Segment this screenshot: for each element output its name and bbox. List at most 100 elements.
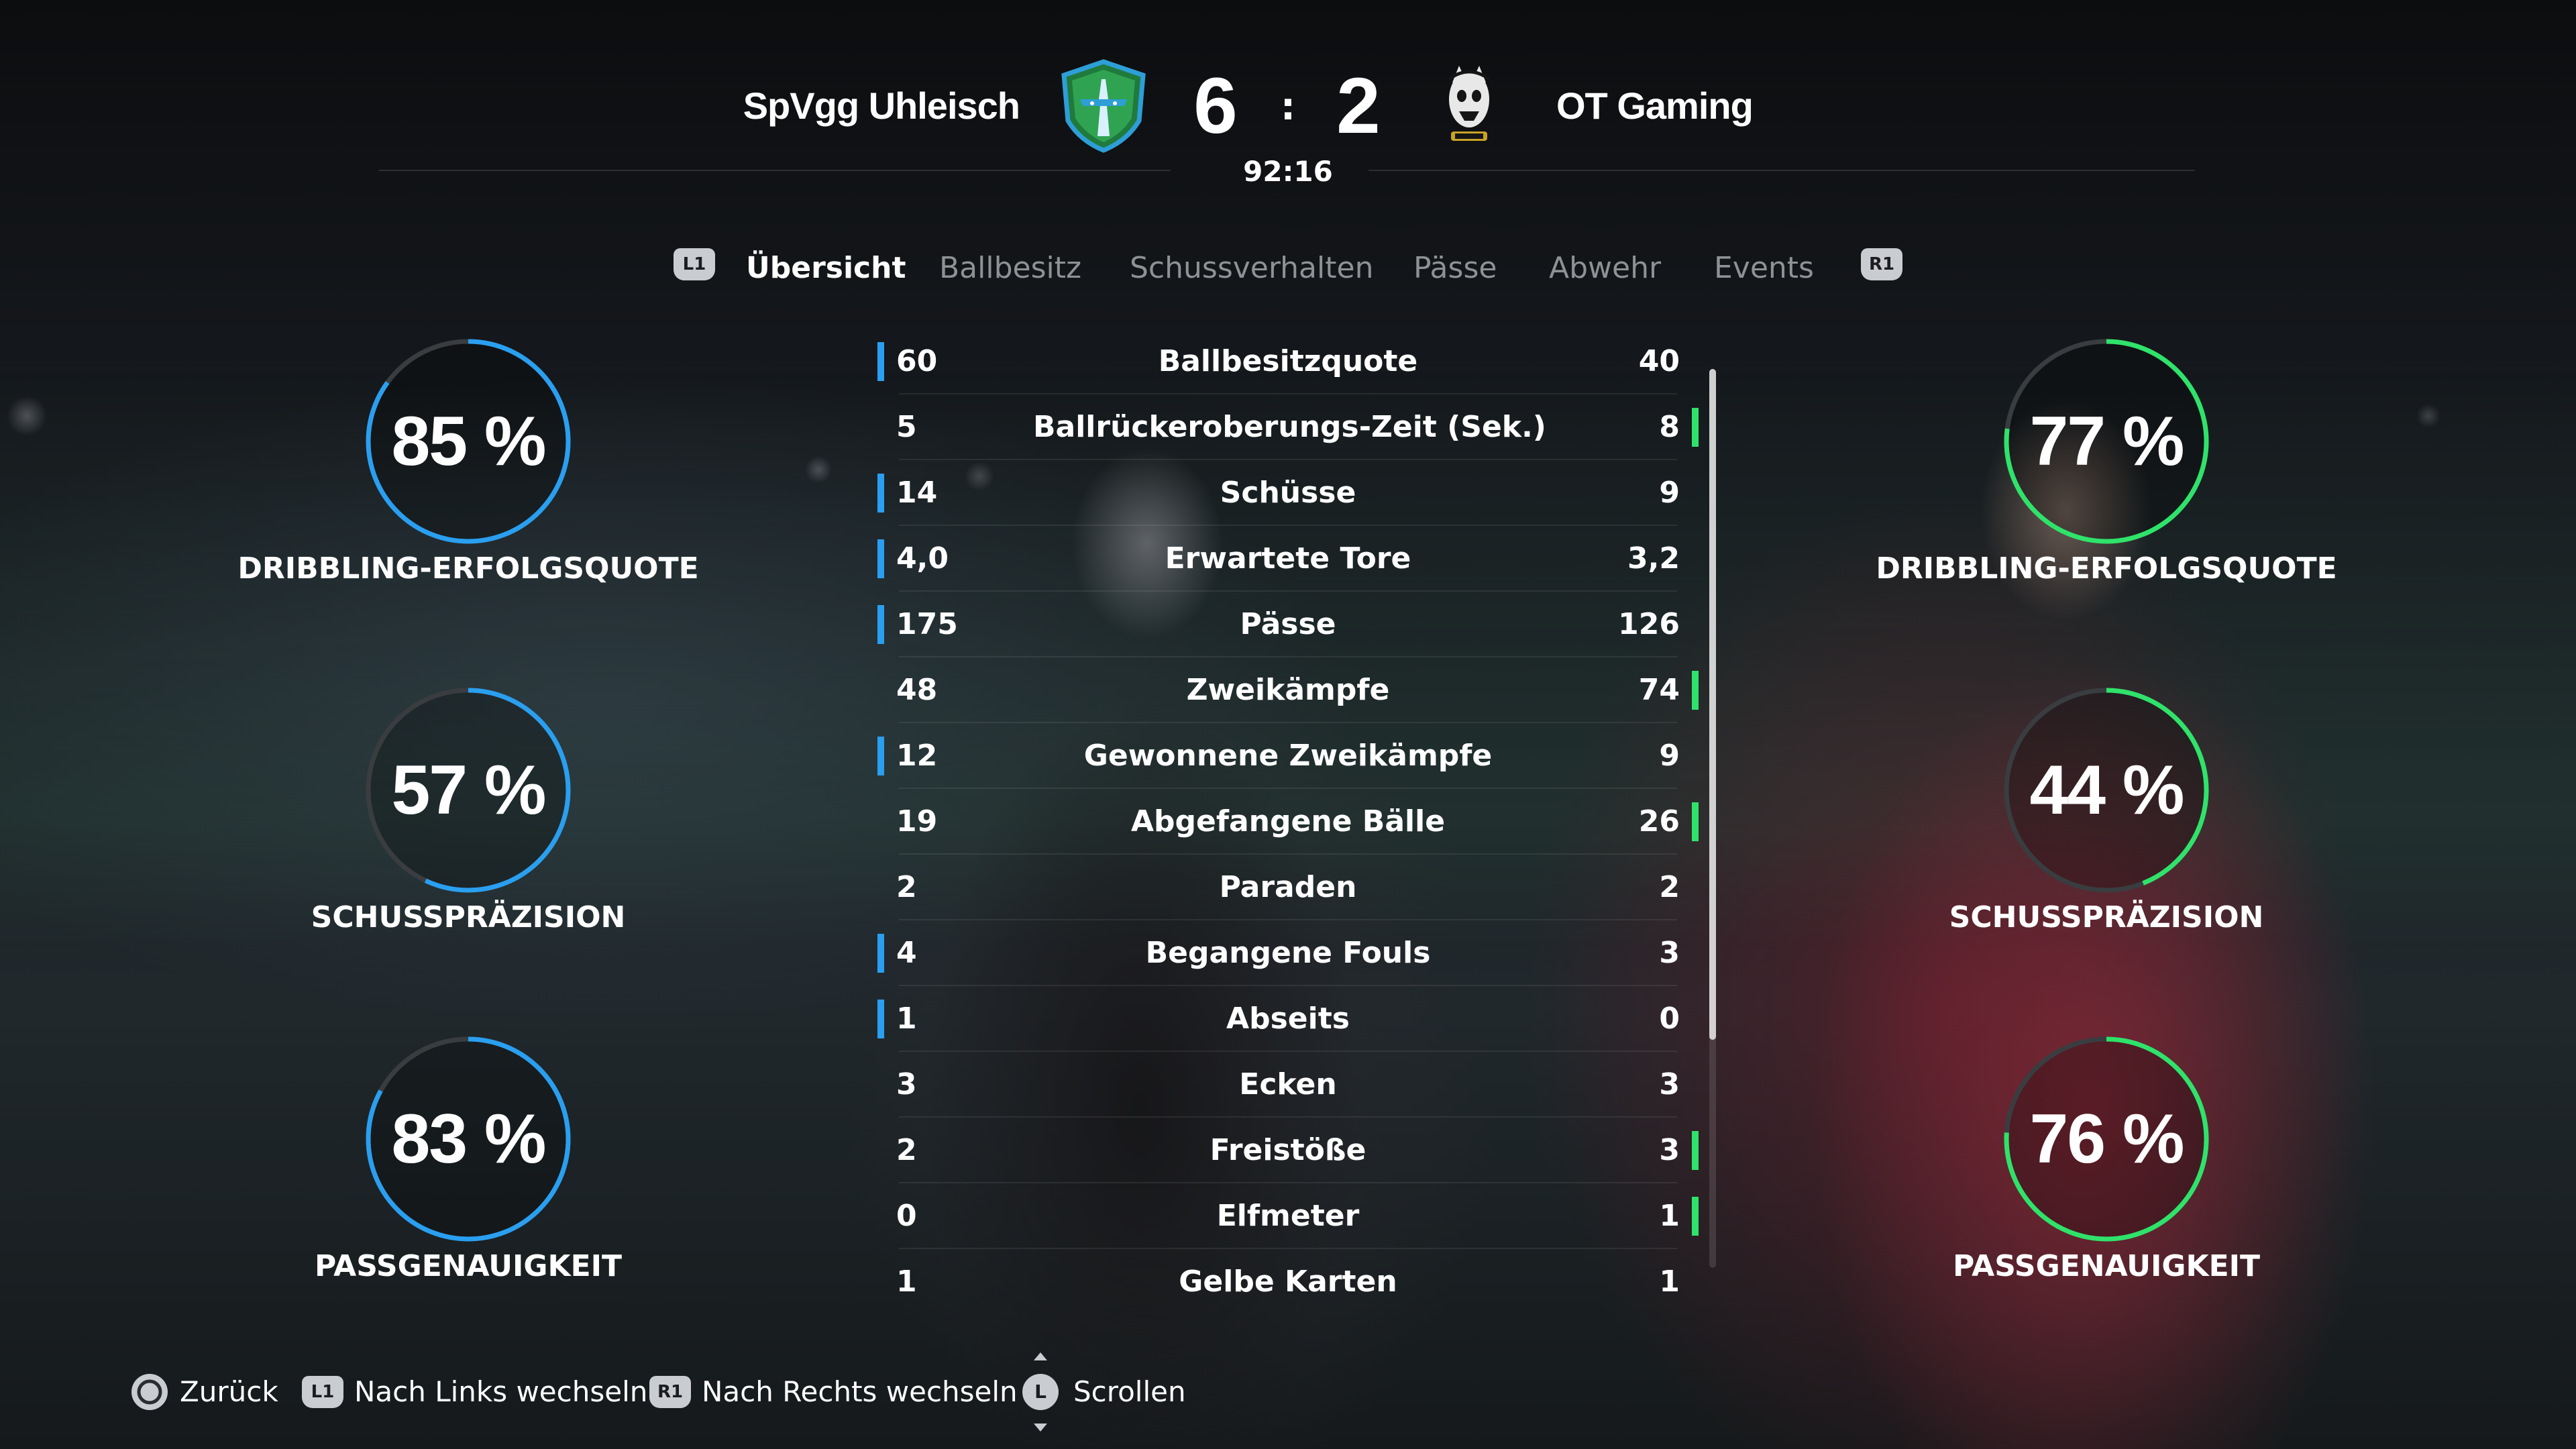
home-dribbling-ring: 85 % DRIBBLING-ERFOLGSQUOTE [233,334,703,643]
back-label: Zurück [180,1375,278,1408]
stat-home-value: 2 [896,870,917,904]
stat-row-ballbesitzquote: 60 Ballbesitzquote 40 [872,329,1704,394]
away-shot-accuracy-ring: 44 % SCHUSSPRÄZISION [1872,683,2341,991]
home-lead-indicator [877,934,884,973]
tab-ballbesitz[interactable]: Ballbesitz [939,241,1081,295]
stat-away-value: 3 [1659,936,1680,970]
stat-row-paraden: 2 Paraden 2 [872,855,1704,920]
stat-label: Paraden [1219,870,1357,904]
away-lead-indicator [1692,671,1699,710]
l1-button-icon[interactable]: L1 [674,248,715,280]
stat-home-value: 4,0 [896,541,949,576]
stat-row-gelbe-karten: 1 Gelbe Karten 1 [872,1249,1704,1315]
stick-letter: L [1034,1381,1046,1403]
stat-label: Schüsse [1220,476,1356,510]
stat-home-value: 60 [896,344,938,378]
away-score: 2 [1336,62,1381,150]
ring-label: PASSGENAUIGKEIT [314,1249,623,1283]
stat-home-value: 1 [896,1265,917,1299]
stats-tab-bar: L1 Übersicht Ballbesitz Schussverhalten … [0,241,2576,295]
stat-row-abgefangene-baelle: 19 Abgefangene Bälle 26 [872,789,1704,855]
stat-row-erwartete-tore: 4,0 Erwartete Tore 3,2 [872,526,1704,592]
stat-label: Abseits [1226,1002,1350,1036]
stats-scrollbar[interactable] [1709,369,1716,1268]
stat-home-value: 3 [896,1067,917,1102]
home-lead-indicator [877,1000,884,1038]
stat-away-value: 3,2 [1627,541,1680,576]
switch-left-label: Nach Links wechseln [354,1375,648,1408]
stat-row-schuesse: 14 Schüsse 9 [872,460,1704,526]
stat-away-value: 3 [1659,1133,1680,1167]
stat-away-value: 40 [1638,344,1680,378]
tab-schussverhalten[interactable]: Schussverhalten [1130,241,1373,295]
ring-percent: 83 % [391,1100,546,1178]
scoreboard-header: SpVgg Uhleisch 6 : 2 OT Gaming 92:16 [0,0,2576,201]
stat-away-value: 26 [1638,804,1680,839]
stat-home-value: 19 [896,804,938,839]
button-hint-bar: Zurück L1 Nach Links wechseln R1 Nach Re… [0,1352,2576,1432]
tab-uebersicht[interactable]: Übersicht [746,241,906,295]
stat-row-begangene-fouls: 4 Begangene Fouls 3 [872,920,1704,986]
scrollbar-thumb[interactable] [1709,369,1716,1040]
stat-home-value: 1 [896,1002,917,1036]
stat-row-elfmeter: 0 Elfmeter 1 [872,1183,1704,1249]
header-divider-right [1368,170,2195,171]
scroll-label: Scrollen [1073,1375,1186,1408]
stat-away-value: 3 [1659,1067,1680,1102]
ring-label: SCHUSSPRÄZISION [1949,900,2264,934]
home-shot-accuracy-ring: 57 % SCHUSSPRÄZISION [233,683,703,991]
stat-row-paesse: 175 Pässe 126 [872,592,1704,657]
away-dribbling-ring: 77 % DRIBBLING-ERFOLGSQUOTE [1872,334,2341,643]
home-lead-indicator [877,605,884,644]
match-clock: 92:16 [1243,155,1333,188]
ring-percent: 57 % [391,751,546,829]
stats-table[interactable]: 60 Ballbesitzquote 40 5 Ballrückeroberun… [872,329,1704,1322]
stat-home-value: 48 [896,673,938,707]
tab-abwehr[interactable]: Abwehr [1549,241,1661,295]
home-lead-indicator [877,474,884,513]
away-lead-indicator [1692,1131,1699,1170]
stat-away-value: 74 [1638,673,1680,707]
stat-away-value: 9 [1659,739,1680,773]
home-team-name: SpVgg Uhleisch [743,85,1020,127]
stat-row-gewonnene-zweikaempfe: 12 Gewonnene Zweikämpfe 9 [872,723,1704,789]
stat-row-ecken: 3 Ecken 3 [872,1052,1704,1118]
home-lead-indicator [877,539,884,578]
stat-label: Ballbesitzquote [1158,344,1418,378]
home-pass-accuracy-ring: 83 % PASSGENAUIGKEIT [233,1032,703,1340]
ring-percent: 77 % [2029,402,2184,480]
away-lead-indicator [1692,802,1699,841]
match-stats-screen: SpVgg Uhleisch 6 : 2 OT Gaming 92:16 L1 … [0,0,2576,1449]
stat-label: Erwartete Tore [1165,541,1411,576]
stat-label: Elfmeter [1216,1199,1360,1233]
tab-events[interactable]: Events [1714,241,1814,295]
home-team-crest-icon [1061,59,1146,153]
away-team-crest-icon [1448,66,1491,141]
away-lead-indicator [1692,408,1699,447]
stat-label: Abgefangene Bälle [1130,804,1446,839]
stat-away-value: 2 [1659,870,1680,904]
stat-label: Zweikämpfe [1186,673,1390,707]
tab-paesse[interactable]: Pässe [1413,241,1497,295]
stat-row-zweikaempfe: 48 Zweikämpfe 74 [872,657,1704,723]
stat-away-value: 8 [1659,410,1680,444]
stat-home-value: 0 [896,1199,917,1233]
stat-home-value: 5 [896,410,917,444]
stat-home-value: 14 [896,476,938,510]
header-divider-left [379,170,1171,171]
stat-row-ballrueckeroberung: 5 Ballrückeroberungs-Zeit (Sek.) 8 [872,394,1704,460]
ring-label: SCHUSSPRÄZISION [311,900,626,934]
ring-label: DRIBBLING-ERFOLGSQUOTE [237,551,699,586]
stat-row-abseits: 1 Abseits 0 [872,986,1704,1052]
home-score: 6 [1193,62,1238,150]
score-separator: : [1280,85,1296,129]
stat-label: Begangene Fouls [1145,936,1431,970]
ring-percent: 76 % [2029,1100,2184,1178]
stat-away-value: 1 [1659,1265,1680,1299]
stat-label: Ballrückeroberungs-Zeit (Sek.) [1033,410,1546,444]
away-pass-accuracy-ring: 76 % PASSGENAUIGKEIT [1872,1032,2341,1340]
stat-label: Freistöße [1210,1133,1366,1167]
r1-button-icon[interactable]: R1 [1861,248,1902,280]
away-lead-indicator [1692,1197,1699,1236]
l1-button-icon: L1 [302,1376,343,1408]
